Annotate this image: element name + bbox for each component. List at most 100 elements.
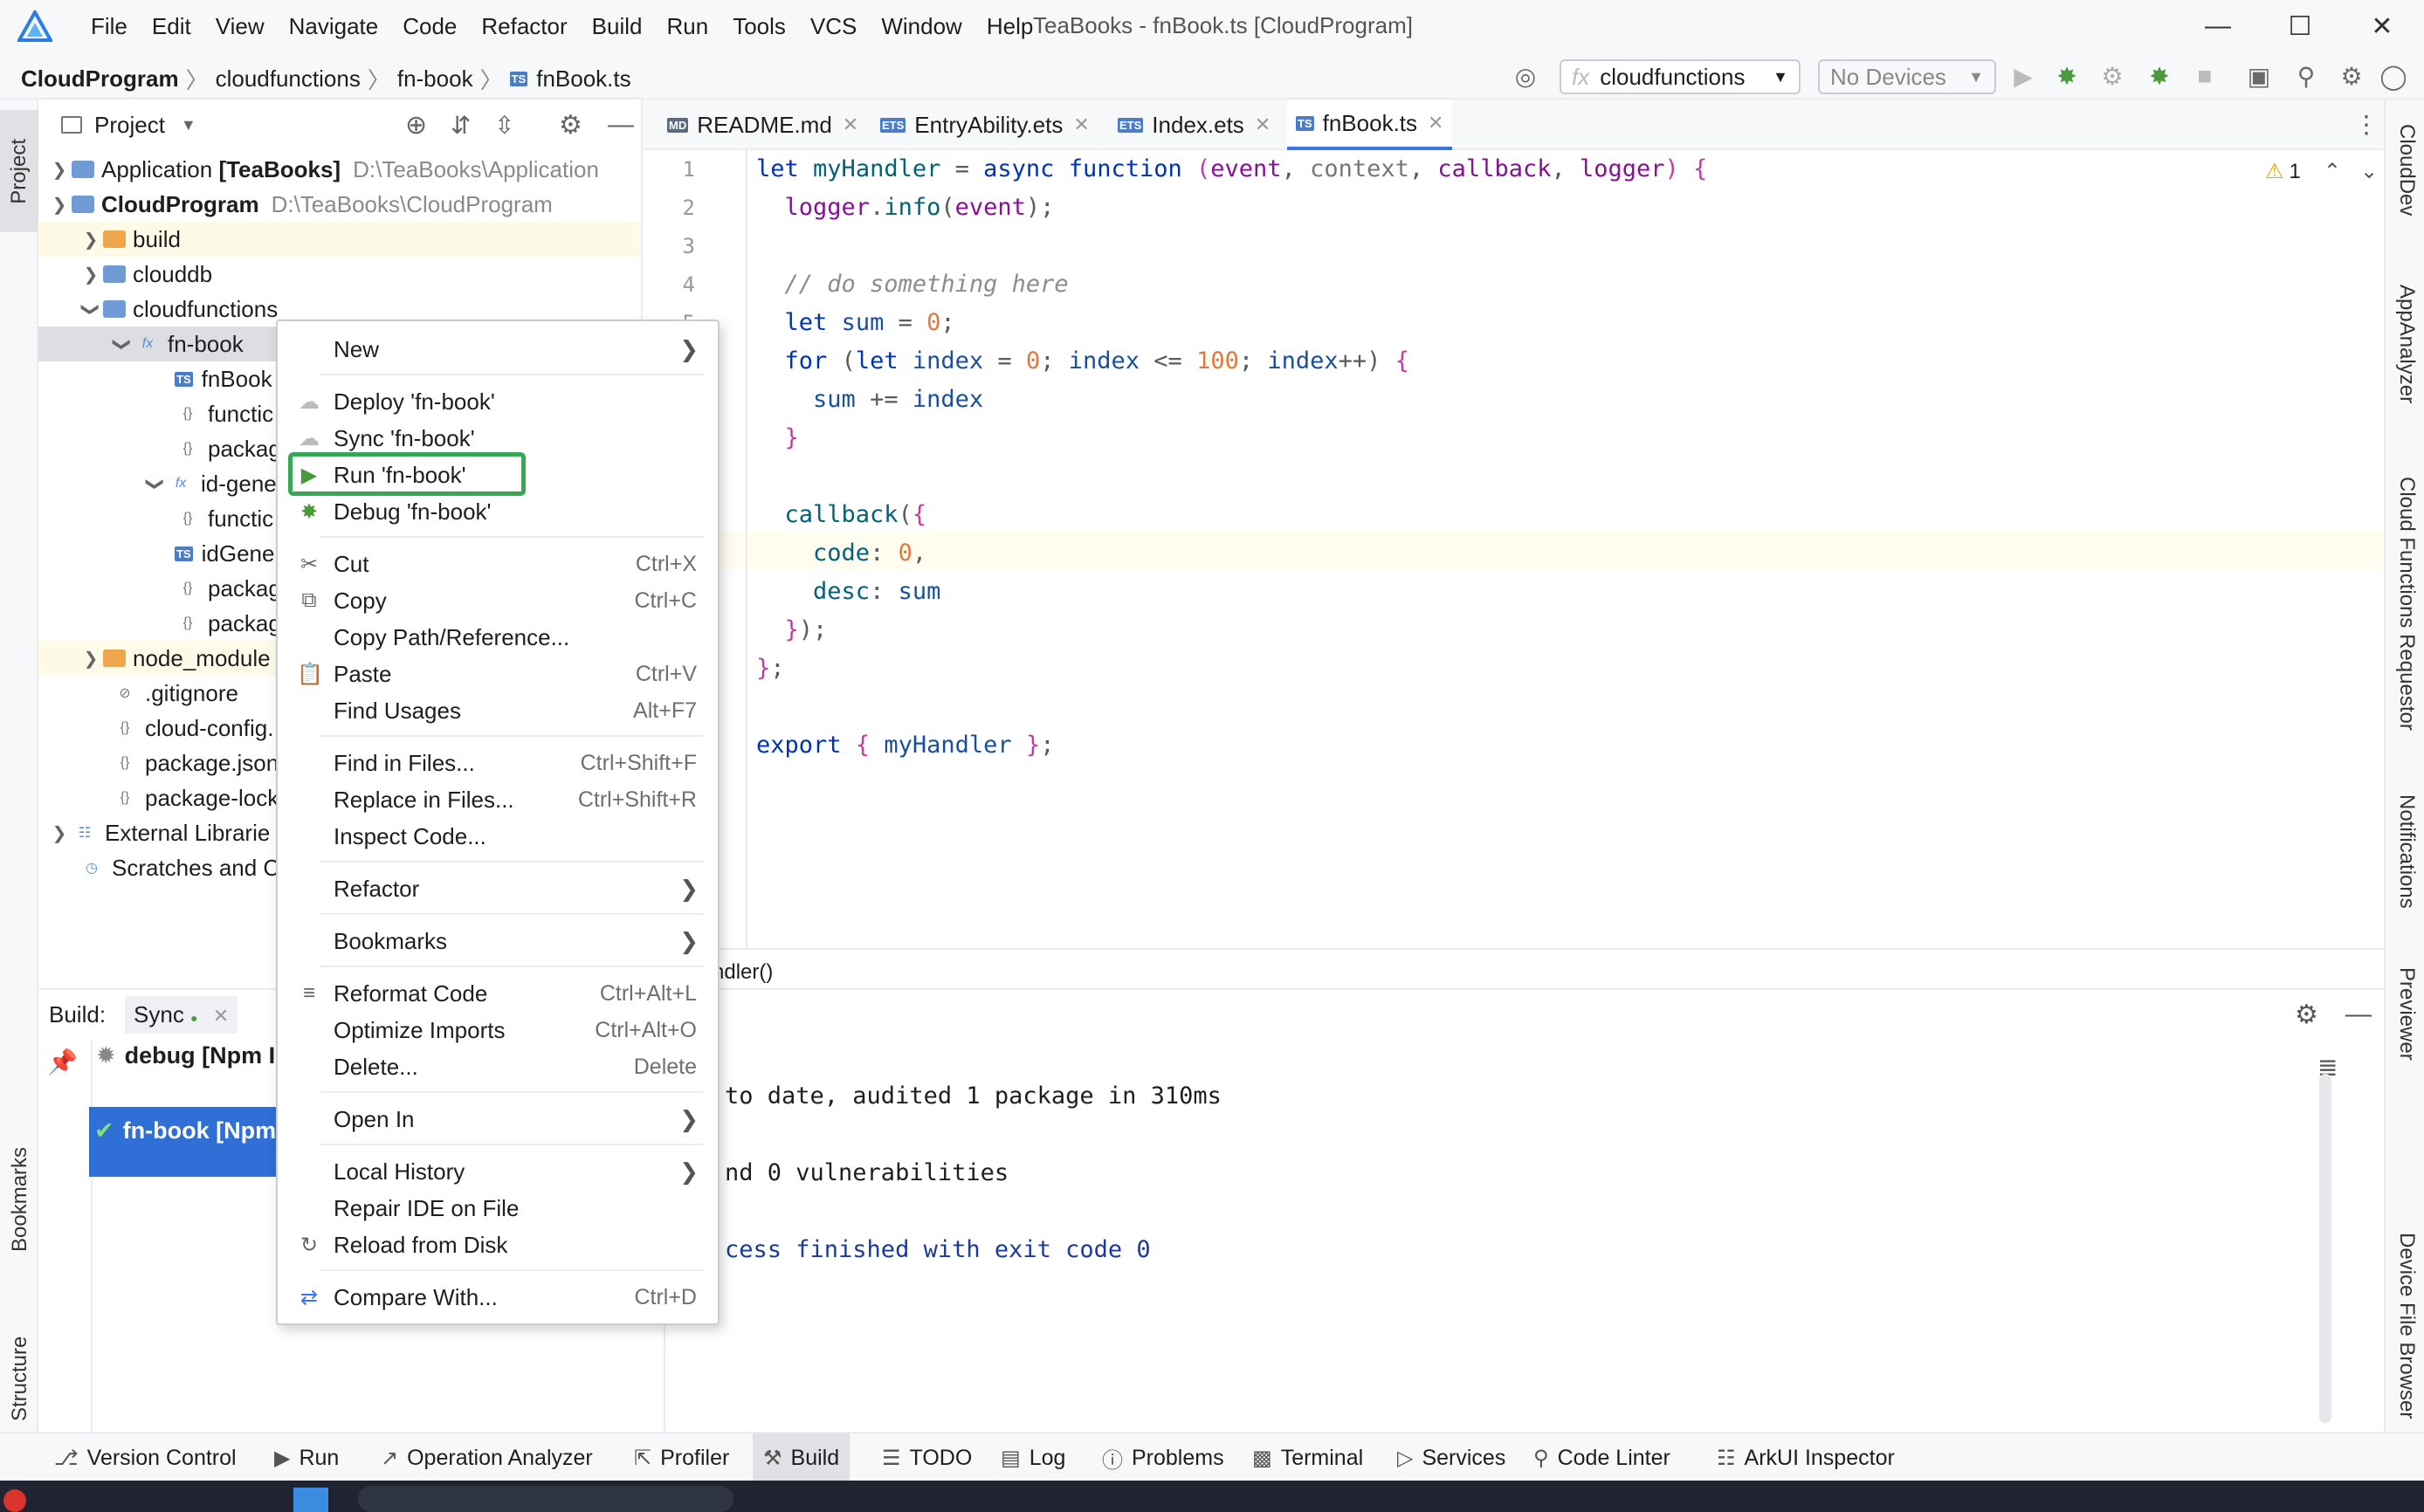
menu-edit[interactable]: Edit: [140, 13, 203, 40]
notifications-tool-button[interactable]: Notifications: [2394, 794, 2419, 915]
menu-item-new[interactable]: New ❯: [278, 332, 718, 367]
tree-item-clouddb[interactable]: ❯ clouddb: [79, 257, 212, 292]
chevron-right-icon[interactable]: ❯: [79, 264, 103, 285]
menu-item-bookmarks[interactable]: Bookmarks ❯: [278, 924, 718, 959]
settings-icon[interactable]: ⚙: [2337, 61, 2366, 91]
chevron-down-icon[interactable]: ❯: [112, 332, 134, 356]
menu-item-refactor[interactable]: Refactor ❯: [278, 871, 718, 906]
settings-icon[interactable]: ⚙: [559, 110, 582, 141]
tree-item-build[interactable]: ❯ build: [38, 222, 641, 257]
menu-item-delete[interactable]: Delete... Delete: [278, 1049, 718, 1084]
tree-item-cloudfunctions[interactable]: ❯ cloudfunctions: [79, 292, 279, 326]
stop-icon[interactable]: ■: [2190, 61, 2220, 91]
close-icon[interactable]: ✕: [2358, 9, 2407, 44]
previewer-tool-button[interactable]: Previewer: [2394, 967, 2419, 1067]
tool-arkui-inspector[interactable]: ☷ ArkUI Inspector: [1717, 1433, 1895, 1482]
menu-item-replace-in-files[interactable]: Replace in Files... Ctrl+Shift+R: [278, 782, 718, 817]
device-file-browser-button[interactable]: Device File Browser: [2394, 1233, 2419, 1425]
minimize-icon[interactable]: —: [2193, 9, 2242, 44]
crumb-cloudfunctions[interactable]: cloudfunctions: [216, 65, 361, 93]
tool-profiler[interactable]: ⇱ Profiler: [634, 1433, 729, 1482]
tree-item-function-config[interactable]: {} functic: [175, 396, 274, 431]
tool-services[interactable]: ▷ Services: [1397, 1433, 1505, 1482]
attach-debugger-icon[interactable]: ⚙: [2097, 61, 2127, 91]
tree-item-external-libraries[interactable]: ❯ ☷ External Librarie: [47, 815, 271, 850]
expand-all-icon[interactable]: ⇵: [451, 111, 471, 140]
tree-item-package-2[interactable]: {} packag: [175, 571, 281, 606]
tool-run[interactable]: ▶ Run: [274, 1433, 339, 1482]
tree-item-id-generator[interactable]: ❯ fx id-genera: [143, 466, 297, 501]
build-task-debug[interactable]: ✹ debug [Npm I: [96, 1042, 275, 1069]
menu-item-cut[interactable]: ✂ Cut Ctrl+X: [278, 546, 718, 581]
profile-icon[interactable]: ✸: [2145, 61, 2174, 91]
menu-item-deploy[interactable]: ☁ Deploy 'fn-book': [278, 384, 718, 419]
tool-operation-analyzer[interactable]: ↗ Operation Analyzer: [381, 1433, 593, 1482]
tree-item-package-json[interactable]: {} package.json: [112, 746, 279, 780]
menu-view[interactable]: View: [203, 13, 277, 40]
close-icon[interactable]: ✕: [1428, 112, 1443, 134]
menu-item-reformat-code[interactable]: ≡ Reformat Code Ctrl+Alt+L: [278, 976, 718, 1011]
appanalyzer-tool-button[interactable]: AppAnalyzer: [2394, 285, 2419, 409]
tool-problems[interactable]: ⓘ Problems: [1102, 1433, 1224, 1482]
menu-item-compare-with[interactable]: ⇄ Compare With... Ctrl+D: [278, 1280, 718, 1315]
project-view-select[interactable]: Project: [94, 112, 165, 139]
tree-item-cloudprogram[interactable]: ❯ CloudProgram D:\TeaBooks\CloudProgram: [47, 187, 641, 222]
output-scrollbar[interactable]: [2319, 1074, 2331, 1423]
menu-item-find-usages[interactable]: Find Usages Alt+F7: [278, 693, 718, 728]
chevron-up-icon[interactable]: ⌃: [2324, 159, 2341, 184]
collapse-all-icon[interactable]: ⇳: [494, 111, 514, 140]
menu-item-local-history[interactable]: Local History ❯: [278, 1154, 718, 1189]
menu-item-debug[interactable]: ✸ Debug 'fn-book': [278, 494, 718, 529]
menu-run[interactable]: Run: [654, 13, 720, 40]
search-icon[interactable]: ⚲: [2291, 61, 2321, 91]
chevron-down-icon[interactable]: ❯: [47, 194, 72, 216]
crumb-fn-book[interactable]: fn-book: [397, 65, 473, 93]
device-manager-icon[interactable]: ▣: [2244, 61, 2274, 91]
menu-item-open-in[interactable]: Open In ❯: [278, 1102, 718, 1137]
tool-log[interactable]: ▤ Log: [1001, 1433, 1065, 1482]
chevron-right-icon[interactable]: ❯: [79, 229, 103, 251]
tree-item-package-lock[interactable]: {} package-lock: [112, 780, 279, 815]
menu-item-copy[interactable]: ⧉ Copy Ctrl+C: [278, 583, 718, 618]
start-icon[interactable]: [293, 1488, 328, 1512]
bookmarks-tool-button[interactable]: Bookmarks: [7, 1130, 33, 1252]
hide-panel-icon[interactable]: —: [608, 110, 634, 140]
chevron-right-icon[interactable]: ❯: [47, 822, 72, 844]
menu-item-reload-from-disk[interactable]: ↻ Reload from Disk: [278, 1227, 718, 1262]
tree-item-gitignore[interactable]: ⊘ .gitignore: [112, 676, 238, 711]
tree-item-application[interactable]: ❯ Application [TeaBooks] D:\TeaBooks\App…: [47, 152, 641, 187]
tree-item-fnbook[interactable]: TS fnBook: [175, 361, 272, 396]
close-icon[interactable]: ✕: [1073, 113, 1089, 136]
chevron-right-icon[interactable]: ❯: [79, 648, 103, 670]
cloud-functions-requestor-button[interactable]: Cloud Functions Requestor: [2394, 477, 2419, 737]
menu-item-copy-path[interactable]: Copy Path/Reference...: [278, 620, 718, 655]
menu-item-repair-ide[interactable]: Repair IDE on File: [278, 1191, 718, 1226]
chevron-down-icon[interactable]: ▼: [181, 116, 196, 134]
menu-item-inspect-code[interactable]: Inspect Code...: [278, 819, 718, 854]
menu-item-sync[interactable]: ☁ Sync 'fn-book': [278, 421, 718, 456]
chevron-down-icon[interactable]: ⌄: [2360, 159, 2378, 184]
tab-readme[interactable]: MD README.md ✕: [658, 100, 867, 150]
menu-vcs[interactable]: VCS: [798, 13, 869, 40]
tool-terminal[interactable]: ▩ Terminal: [1252, 1433, 1363, 1482]
target-icon[interactable]: ◎: [1511, 61, 1540, 91]
tab-sync[interactable]: Sync ● ✕: [125, 995, 238, 1034]
menu-window[interactable]: Window: [869, 13, 974, 40]
chevron-right-icon[interactable]: ❯: [47, 159, 72, 181]
menu-file[interactable]: File: [79, 13, 140, 40]
menu-refactor[interactable]: Refactor: [469, 13, 579, 40]
tool-todo[interactable]: ☰ TODO: [882, 1433, 972, 1482]
maximize-icon[interactable]: ☐: [2276, 9, 2324, 44]
menu-item-paste[interactable]: 📋 Paste Ctrl+V: [278, 656, 718, 691]
run-config-select[interactable]: fx cloudfunctions ▼: [1560, 59, 1801, 94]
pin-icon[interactable]: 📌: [47, 1048, 78, 1076]
chevron-down-icon[interactable]: ❯: [80, 297, 102, 321]
notification-badge-icon[interactable]: [3, 1489, 26, 1512]
tab-fnbook[interactable]: TS fnBook.ts ✕: [1287, 100, 1453, 150]
tree-item-scratches[interactable]: ◷ Scratches and C: [79, 850, 279, 885]
tree-item-idgenerator[interactable]: TS idGene: [175, 536, 274, 571]
structure-tool-button[interactable]: Structure: [7, 1299, 33, 1421]
tab-index[interactable]: ETS Index.ets ✕: [1109, 100, 1279, 150]
menu-tools[interactable]: Tools: [720, 13, 798, 40]
close-icon[interactable]: ✕: [1255, 113, 1271, 136]
